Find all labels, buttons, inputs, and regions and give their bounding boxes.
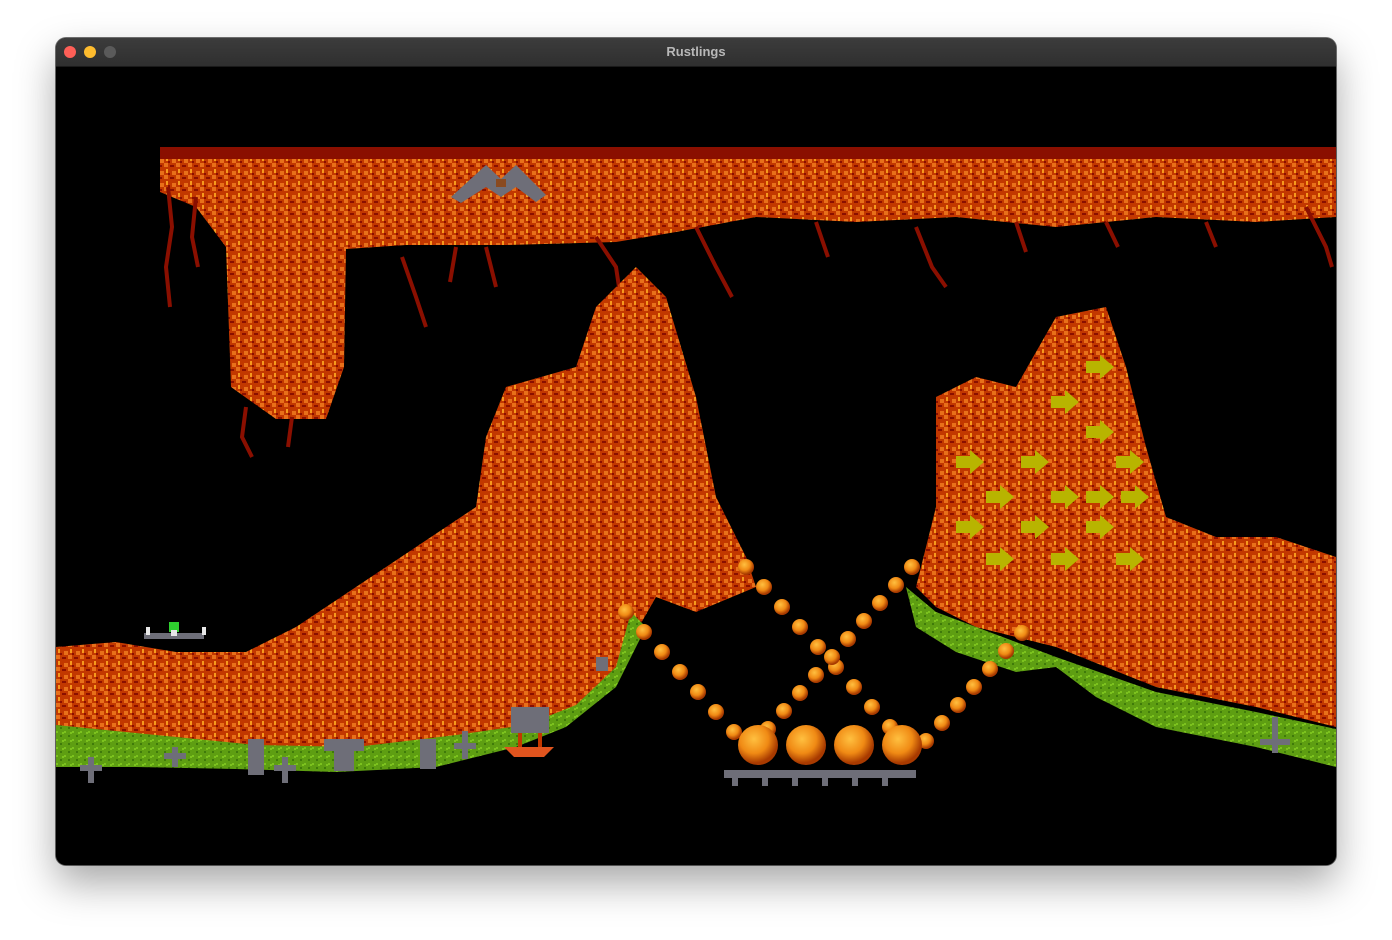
exit-basket — [504, 707, 554, 757]
left-hill — [56, 267, 756, 772]
orb-platform — [724, 770, 916, 786]
level-canvas[interactable] — [56, 67, 1336, 865]
game-viewport[interactable] — [56, 67, 1336, 865]
title-bar[interactable]: Rustlings — [56, 38, 1336, 67]
cave-ceiling — [160, 147, 1336, 419]
window-title: Rustlings — [666, 44, 726, 59]
lemming[interactable] — [144, 622, 206, 639]
app-window: Rustlings — [56, 38, 1336, 865]
